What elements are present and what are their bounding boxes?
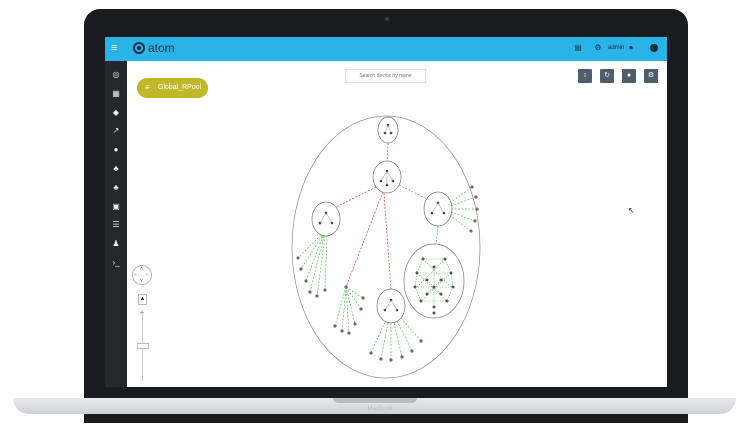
group-bottom[interactable]	[376, 288, 406, 324]
group-left[interactable]	[311, 201, 341, 237]
inter-group-links	[335, 142, 439, 290]
group-top[interactable]	[377, 116, 399, 144]
app-screen: ≡ atom ▤ ⚙ admin ● ⬤ ◎ ▦ ◆ ↗ ● ♣ ♣ ▣ ☰ ♟…	[105, 37, 667, 387]
bottom-group-leaves[interactable]	[369, 339, 423, 362]
bottom-group-leaf-links	[370, 317, 422, 360]
group-inner-nodes[interactable]	[318, 123, 446, 312]
group-right[interactable]	[423, 191, 453, 227]
lower-left-leaves[interactable]	[333, 285, 365, 335]
mesh-group-nodes[interactable]	[413, 257, 455, 315]
camera-icon	[385, 17, 389, 21]
topology-graph[interactable]	[105, 37, 667, 387]
laptop-notch	[333, 398, 417, 403]
right-group-leaf-links	[449, 186, 477, 232]
left-group-leaves[interactable]	[296, 256, 327, 298]
lower-left-leaf-links	[334, 286, 364, 334]
group-inner-links	[319, 124, 445, 311]
laptop-brand: MacBook	[367, 406, 393, 412]
left-group-leaf-links	[297, 234, 328, 297]
global-pool-boundary	[291, 115, 481, 379]
